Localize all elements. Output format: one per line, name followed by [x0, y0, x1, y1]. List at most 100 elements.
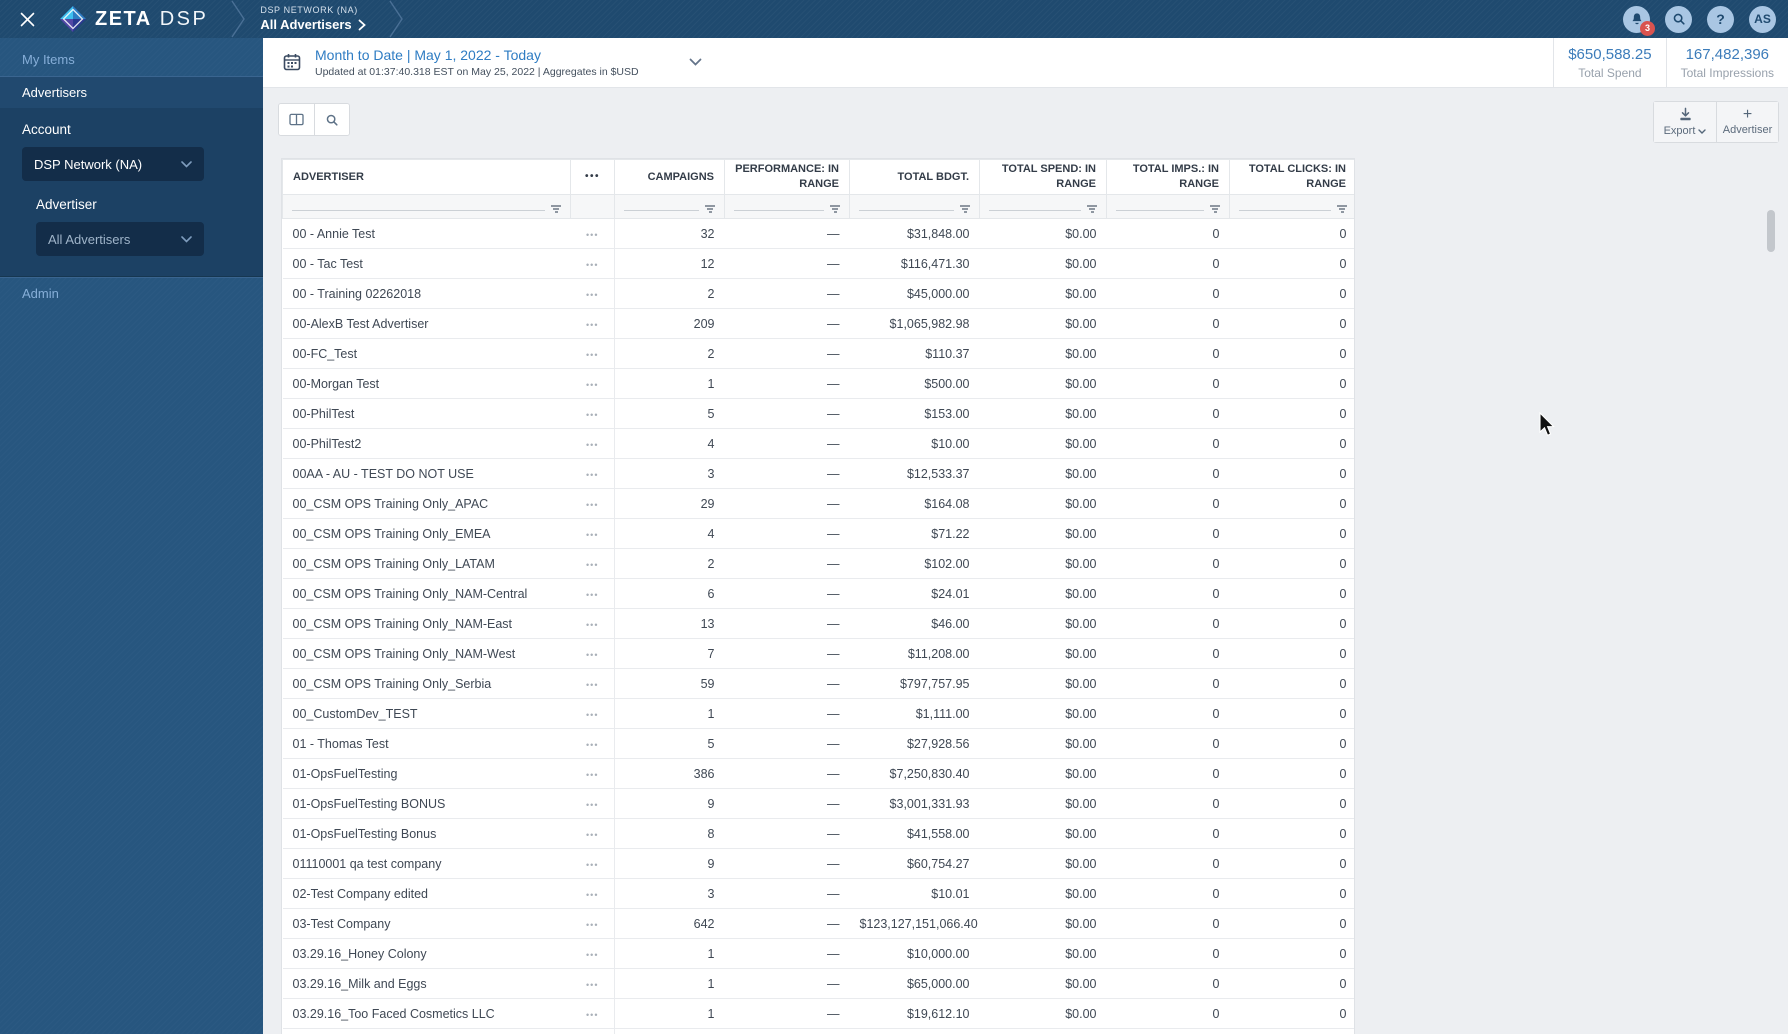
table-row[interactable]: 01 - Thomas Test ••• 5 — $27,928.56 $0.0… — [282, 728, 1354, 759]
avatar[interactable]: AS — [1749, 5, 1776, 33]
performance-filter-input[interactable] — [734, 195, 840, 218]
add-advertiser-button[interactable]: + Advertiser — [1716, 102, 1778, 142]
row-actions-button[interactable]: ••• — [570, 998, 615, 1029]
row-actions-button[interactable]: ••• — [570, 698, 615, 729]
table-row[interactable]: 03.29.16_Too Faced Cosmetics LLC ••• 1 —… — [282, 998, 1354, 1029]
row-actions-button[interactable]: ••• — [570, 578, 615, 609]
filter-icon[interactable] — [705, 205, 715, 213]
table-row[interactable]: 00_CSM OPS Training Only_APAC ••• 29 — $… — [282, 488, 1354, 519]
table-row[interactable]: 00_CSM OPS Training Only_NAM-Central •••… — [282, 578, 1354, 609]
row-actions-button[interactable]: ••• — [570, 938, 615, 969]
row-actions-button[interactable]: ••• — [570, 728, 615, 759]
sidebar-item-admin[interactable]: Admin — [0, 277, 263, 309]
chevron-down-icon[interactable] — [689, 58, 702, 67]
advertiser-dropdown[interactable]: All Advertisers — [36, 222, 204, 256]
table-row[interactable]: 00_CSM OPS Training Only_NAM-East ••• 13… — [282, 608, 1354, 639]
table-row[interactable]: 04 - Retail Prestige Co ••• 35 — $9,919.… — [282, 1028, 1354, 1034]
row-actions-button[interactable]: ••• — [570, 338, 615, 369]
table-row[interactable]: 00-PhilTest2 ••• 4 — $10.00 $0.00 0 0 — [282, 428, 1354, 459]
table-row[interactable]: 00AA - AU - TEST DO NOT USE ••• 3 — $12,… — [282, 458, 1354, 489]
table-row[interactable]: 02-Test Company edited ••• 3 — $10.01 $0… — [282, 878, 1354, 909]
table-row[interactable]: 00-Morgan Test ••• 1 — $500.00 $0.00 0 0 — [282, 368, 1354, 399]
zeta-logo[interactable]: ZETA DSP — [60, 6, 208, 32]
table-header-row: ADVERTISER ••• CAMPAIGNS PERFORMANCE: IN… — [282, 159, 1354, 195]
table-row[interactable]: 00 - Training 02262018 ••• 2 — $45,000.0… — [282, 278, 1354, 309]
imps-filter-input[interactable] — [1116, 195, 1220, 218]
row-actions-button[interactable]: ••• — [570, 818, 615, 849]
row-actions-button[interactable]: ••• — [570, 518, 615, 549]
budget-cell: $19,612.10 — [849, 998, 980, 1029]
row-actions-button[interactable]: ••• — [570, 458, 615, 489]
advertiser-filter-input[interactable] — [292, 195, 561, 218]
row-actions-button[interactable]: ••• — [570, 548, 615, 579]
table-row[interactable]: 03.29.16_Honey Colony ••• 1 — $10,000.00… — [282, 938, 1354, 969]
row-actions-button[interactable]: ••• — [570, 278, 615, 309]
row-actions-button[interactable]: ••• — [570, 428, 615, 459]
campaigns-filter-input[interactable] — [624, 195, 715, 218]
table-row[interactable]: 03.29.16_Milk and Eggs ••• 1 — $65,000.0… — [282, 968, 1354, 999]
row-actions-button[interactable]: ••• — [570, 218, 615, 249]
filter-icon[interactable] — [1337, 205, 1347, 213]
column-header-row-actions[interactable]: ••• — [570, 159, 615, 195]
vertical-scrollbar[interactable] — [1767, 210, 1775, 252]
column-header-total-imps[interactable]: TOTAL IMPS.: IN RANGE — [1106, 159, 1230, 195]
row-actions-button[interactable]: ••• — [570, 848, 615, 879]
row-actions-button[interactable]: ••• — [570, 308, 615, 339]
row-actions-button[interactable]: ••• — [570, 248, 615, 279]
column-header-campaigns[interactable]: CAMPAIGNS — [614, 159, 725, 195]
export-button[interactable]: Export — [1654, 102, 1716, 142]
row-actions-button[interactable]: ••• — [570, 488, 615, 519]
table-row[interactable]: 00 - Tac Test ••• 12 — $116,471.30 $0.00… — [282, 248, 1354, 279]
sidebar-item-advertisers[interactable]: Advertisers — [0, 76, 263, 108]
table-row[interactable]: 00-PhilTest ••• 5 — $153.00 $0.00 0 0 — [282, 398, 1354, 429]
clicks-filter-input[interactable] — [1239, 195, 1347, 218]
row-actions-button[interactable]: ••• — [570, 398, 615, 429]
table-row[interactable]: 00_CustomDev_TEST ••• 1 — $1,111.00 $0.0… — [282, 698, 1354, 729]
notifications-button[interactable]: 3 — [1623, 5, 1655, 36]
column-header-total-budget[interactable]: TOTAL BDGT. — [849, 159, 980, 195]
table-row[interactable]: 00-FC_Test ••• 2 — $110.37 $0.00 0 0 — [282, 338, 1354, 369]
table-row[interactable]: 00_CSM OPS Training Only_Serbia ••• 59 —… — [282, 668, 1354, 699]
table-row[interactable]: 03-Test Company ••• 642 — $123,127,151,0… — [282, 908, 1354, 939]
table-row[interactable]: 01110001 qa test company ••• 9 — $60,754… — [282, 848, 1354, 879]
row-actions-button[interactable]: ••• — [570, 368, 615, 399]
row-actions-button[interactable]: ••• — [570, 758, 615, 789]
filter-icon[interactable] — [960, 205, 970, 213]
row-actions-button[interactable]: ••• — [570, 968, 615, 999]
column-header-total-clicks[interactable]: TOTAL CLICKS: IN RANGE — [1229, 159, 1354, 195]
budget-filter-input[interactable] — [859, 195, 970, 218]
row-actions-button[interactable]: ••• — [570, 1028, 615, 1034]
table-row[interactable]: 00 - Annie Test ••• 32 — $31,848.00 $0.0… — [282, 218, 1354, 249]
table-row[interactable]: 00_CSM OPS Training Only_LATAM ••• 2 — $… — [282, 548, 1354, 579]
table-row[interactable]: 00-AlexB Test Advertiser ••• 209 — $1,06… — [282, 308, 1354, 339]
global-search-button[interactable] — [1665, 5, 1692, 33]
date-range-picker[interactable]: Month to Date | May 1, 2022 - Today Upda… — [263, 46, 702, 80]
table-row[interactable]: 01-OpsFuelTesting BONUS ••• 9 — $3,001,3… — [282, 788, 1354, 819]
row-actions-button[interactable]: ••• — [570, 638, 615, 669]
table-search-button[interactable] — [314, 104, 349, 135]
table-row[interactable]: 00_CSM OPS Training Only_EMEA ••• 4 — $7… — [282, 518, 1354, 549]
close-button[interactable] — [12, 0, 42, 38]
filter-icon[interactable] — [830, 205, 840, 213]
column-header-total-spend[interactable]: TOTAL SPEND: IN RANGE — [979, 159, 1107, 195]
filter-icon[interactable] — [1210, 205, 1220, 213]
sidebar-item-my-items[interactable]: My Items — [0, 44, 263, 76]
account-dropdown[interactable]: DSP Network (NA) — [22, 147, 204, 181]
table-row[interactable]: 01-OpsFuelTesting Bonus ••• 8 — $41,558.… — [282, 818, 1354, 849]
column-header-performance[interactable]: PERFORMANCE: IN RANGE — [724, 159, 850, 195]
table-row[interactable]: 01-OpsFuelTesting ••• 386 — $7,250,830.4… — [282, 758, 1354, 789]
filter-icon[interactable] — [551, 205, 561, 213]
help-button[interactable]: ? — [1707, 5, 1734, 33]
spend-filter-input[interactable] — [989, 195, 1097, 218]
column-header-advertiser[interactable]: ADVERTISER — [282, 159, 571, 195]
filter-icon[interactable] — [1087, 205, 1097, 213]
breadcrumb[interactable]: DSP NETWORK (NA) All Advertisers — [260, 5, 366, 33]
table-row[interactable]: 00_CSM OPS Training Only_NAM-West ••• 7 … — [282, 638, 1354, 669]
row-actions-button[interactable]: ••• — [570, 608, 615, 639]
columns-button[interactable] — [279, 104, 314, 135]
advertiser-name: 04 - Retail Prestige Co — [282, 1028, 571, 1034]
row-actions-button[interactable]: ••• — [570, 788, 615, 819]
row-actions-button[interactable]: ••• — [570, 668, 615, 699]
row-actions-button[interactable]: ••• — [570, 908, 615, 939]
row-actions-button[interactable]: ••• — [570, 878, 615, 909]
